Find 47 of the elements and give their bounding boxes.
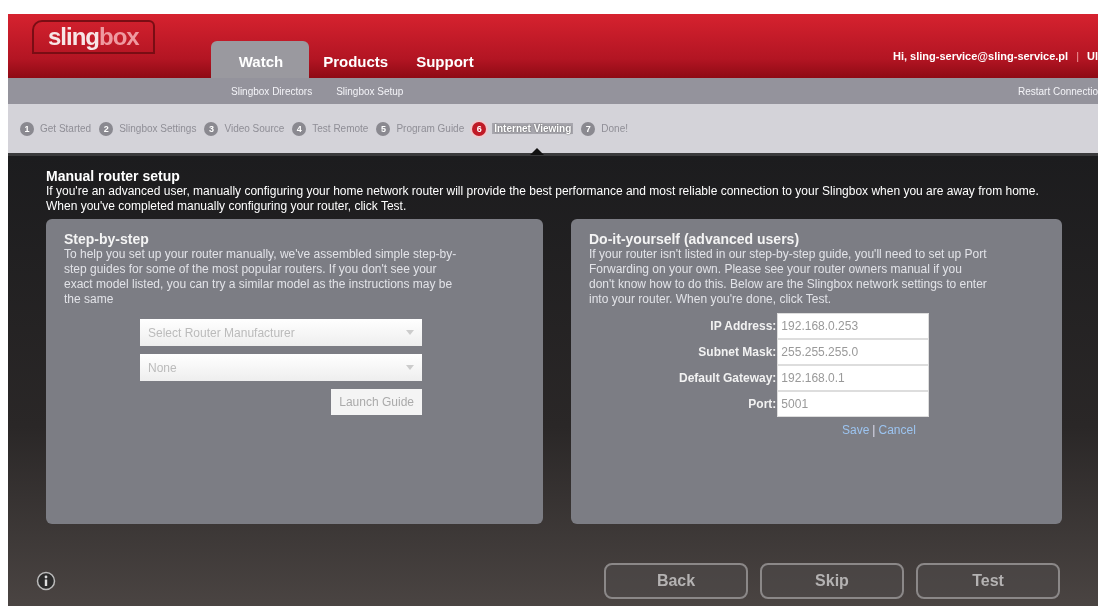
- step-number: 1: [20, 121, 34, 136]
- input-field[interactable]: 192.168.0.253: [777, 313, 930, 339]
- dropdown[interactable]: None: [140, 354, 422, 381]
- step-number: 2: [99, 121, 114, 136]
- cancel-link[interactable]: Cancel: [878, 423, 916, 437]
- step-number: 4: [292, 121, 307, 136]
- subnav-link[interactable]: Slingbox Setup: [336, 85, 404, 97]
- intro-text: If you're an advanced user, manually configuring your home network router will provide the best performance and most reliable connection to your Slingbox when you are away from home. When you've completed manually configuring your router, click Test.: [46, 184, 1040, 214]
- step-label[interactable]: Internet Viewing: [492, 123, 574, 134]
- restart-link[interactable]: Restart Connectio: [1017, 85, 1098, 97]
- header-link[interactable]: Ul: [1087, 50, 1098, 62]
- nav-tab[interactable]: Watch: [210, 41, 310, 78]
- input-field[interactable]: 5001: [777, 391, 930, 417]
- nav-tab[interactable]: Support: [402, 41, 488, 78]
- step-label[interactable]: Video Source: [224, 123, 285, 134]
- step-number: 5: [376, 121, 391, 136]
- save-link[interactable]: Save: [842, 423, 870, 437]
- panel-title: Step-by-step: [64, 231, 150, 247]
- step-label[interactable]: Get Started: [40, 123, 92, 134]
- link-divider: |: [872, 423, 876, 437]
- step-label[interactable]: Slingbox Settings: [119, 123, 197, 134]
- step-label[interactable]: Test Remote: [312, 123, 369, 134]
- launch-guide-button[interactable]: Launch Guide: [331, 389, 422, 415]
- step-number: 6: [472, 121, 487, 136]
- field-label: Port:: [747, 397, 778, 411]
- separator: |: [1076, 50, 1079, 62]
- step-number: 7: [581, 121, 596, 136]
- panel-text: If your router isn't listed in our step-by-step guide, you'll need to set up Port Forwarding on your own. Please see your router owners manual if you don't know how to do this. Below are the Slingbox network settings to enter into your router. When you're done, click Test.: [589, 247, 988, 307]
- dropdown[interactable]: Select Router Manufacturer: [140, 319, 422, 346]
- nav-tab[interactable]: Products: [309, 41, 403, 78]
- panel-title: Do-it-yourself (advanced users): [589, 231, 801, 247]
- step-number: 3: [204, 121, 219, 136]
- step-label[interactable]: Done!: [601, 123, 628, 134]
- field-label: Default Gateway:: [679, 371, 778, 385]
- dropdown-arrow-icon: [406, 365, 414, 370]
- subnav-link[interactable]: Slingbox Directors: [231, 85, 313, 97]
- page-title: Manual router setup: [46, 168, 181, 184]
- info-icon[interactable]: [36, 571, 56, 591]
- dropdown-arrow-icon: [406, 330, 414, 335]
- field-label: Subnet Mask:: [697, 345, 778, 359]
- input-field[interactable]: 192.168.0.1: [777, 365, 930, 391]
- sling-logo[interactable]: slingbox: [32, 20, 155, 54]
- greeting: Hi, sling-service@sling-service.pl: [892, 50, 1069, 62]
- input-field[interactable]: 255.255.255.0: [777, 339, 930, 365]
- field-label: IP Address:: [709, 319, 778, 333]
- step-label[interactable]: Program Guide: [396, 123, 465, 134]
- panel-text: To help you set up your router manually, we've assembled simple step-by-step guides for some of the most popular routers. If you don't see your exact model listed, you can try a similar model as the instructions may be the same: [64, 247, 458, 307]
